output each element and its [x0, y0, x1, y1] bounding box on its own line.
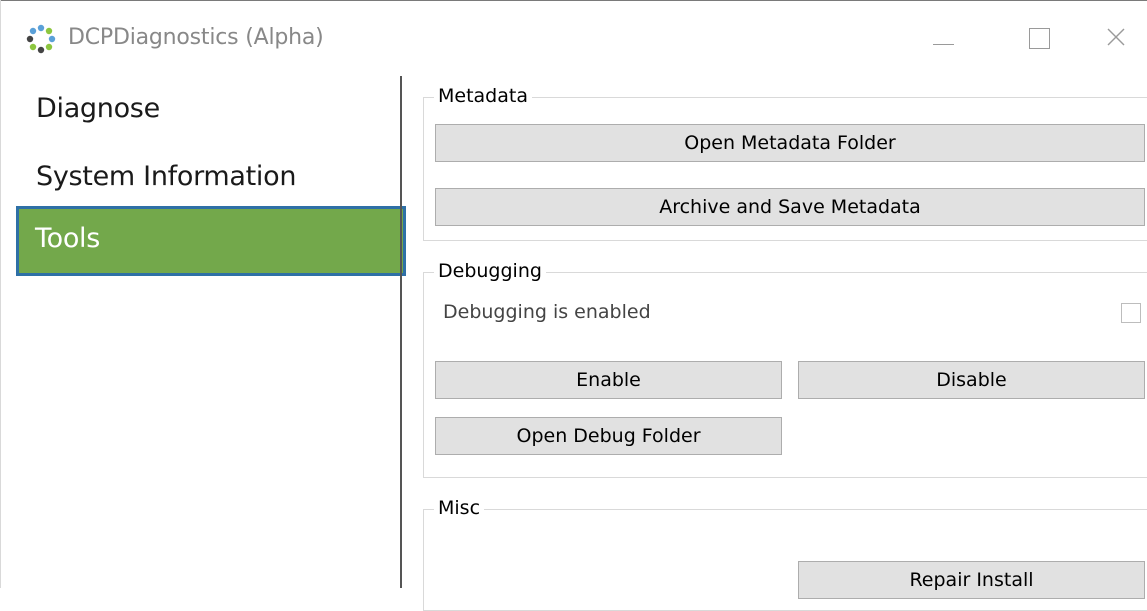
misc-group-title: Misc: [434, 497, 485, 519]
maximize-icon: [1029, 28, 1050, 49]
debugging-enabled-checkbox[interactable]: [1121, 303, 1141, 323]
close-button[interactable]: [1094, 17, 1147, 61]
window-title: DCPDiagnostics (Alpha): [68, 25, 324, 50]
title-bar[interactable]: DCPDiagnostics (Alpha): [0, 0, 1147, 76]
sidebar-item-label: Tools: [35, 223, 101, 254]
sidebar-item-system-information[interactable]: System Information: [0, 144, 405, 212]
archive-save-metadata-button[interactable]: Archive and Save Metadata: [435, 188, 1145, 226]
app-logo-icon: [26, 24, 56, 54]
disable-debugging-button[interactable]: Disable: [798, 361, 1145, 399]
metadata-group-title: Metadata: [434, 85, 532, 107]
repair-install-button[interactable]: Repair Install: [798, 561, 1145, 599]
sidebar-item-label: Diagnose: [36, 93, 160, 124]
minimize-button[interactable]: [913, 17, 973, 61]
sidebar-item-diagnose[interactable]: Diagnose: [0, 76, 405, 144]
sidebar-item-label: System Information: [36, 161, 297, 192]
minimize-icon: [933, 44, 954, 45]
close-icon: [1107, 28, 1125, 46]
debugging-group-title: Debugging: [434, 260, 546, 282]
enable-debugging-button[interactable]: Enable: [435, 361, 782, 399]
debugging-status-label: Debugging is enabled: [443, 301, 651, 323]
maximize-button[interactable]: [1008, 17, 1068, 61]
open-debug-folder-button[interactable]: Open Debug Folder: [435, 417, 782, 455]
open-metadata-folder-button[interactable]: Open Metadata Folder: [435, 124, 1145, 162]
sidebar-divider: [400, 76, 402, 588]
sidebar-item-tools[interactable]: Tools: [16, 206, 406, 276]
